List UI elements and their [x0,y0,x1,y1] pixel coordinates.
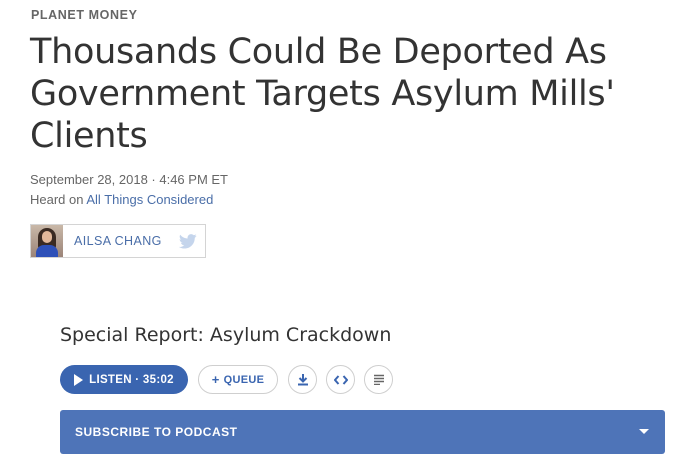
subscribe-to-podcast-button[interactable]: SUBSCRIBE TO PODCAST [60,410,665,454]
heard-on-line: Heard on All Things Considered [30,192,213,207]
page-title: Thousands Could Be Deported As Governmen… [30,32,615,156]
chevron-down-icon [639,429,649,434]
play-icon [74,373,84,386]
download-button[interactable] [288,365,317,394]
plus-icon: + [211,372,220,387]
embed-icon [333,374,348,385]
download-icon [297,374,308,386]
program-link[interactable]: All Things Considered [86,192,213,207]
heard-on-label: Heard on [30,192,87,207]
transcript-icon [373,374,384,385]
twitter-icon[interactable] [179,234,197,249]
publish-date: September 28, 2018 · 4:46 PM ET [30,172,228,187]
queue-button[interactable]: + QUEUE [198,365,278,394]
queue-label: QUEUE [223,373,265,386]
author-name[interactable]: AILSA CHANG [74,234,162,248]
embed-button[interactable] [326,365,355,394]
listen-button[interactable]: LISTEN · 35:02 [60,365,188,394]
section-label[interactable]: PLANET MONEY [31,8,138,22]
author-byline[interactable]: AILSA CHANG [30,224,206,258]
transcript-button[interactable] [364,365,393,394]
listen-label: LISTEN · 35:02 [89,373,174,386]
audio-report-title: Special Report: Asylum Crackdown [60,324,392,346]
subscribe-label: SUBSCRIBE TO PODCAST [75,425,238,439]
avatar[interactable] [31,225,63,257]
